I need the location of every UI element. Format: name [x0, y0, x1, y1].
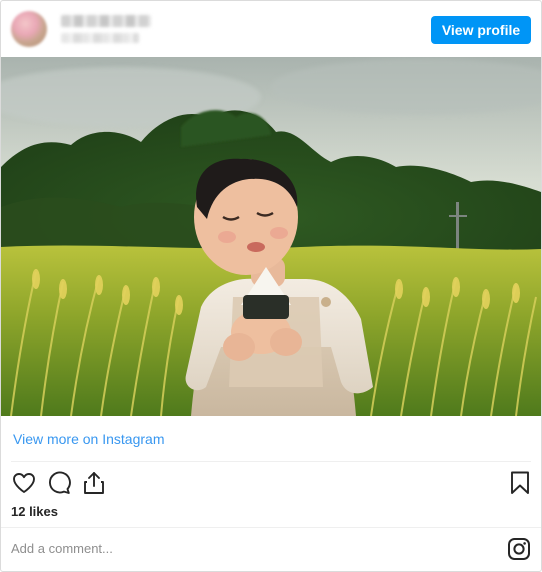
avatar[interactable]	[11, 11, 47, 47]
view-more-link[interactable]: View more on Instagram	[13, 431, 164, 447]
instagram-embed-card: View profile View more on Instagram 12 l…	[0, 0, 542, 572]
comment-input[interactable]: Add a comment...	[11, 541, 113, 556]
post-header: View profile	[1, 1, 541, 57]
share-button[interactable]	[81, 470, 107, 496]
comment-button[interactable]	[46, 470, 72, 496]
subtitle-blurred	[61, 33, 139, 43]
divider	[11, 461, 531, 462]
instagram-logo-button[interactable]	[507, 537, 531, 561]
instagram-icon	[508, 538, 530, 560]
likes-count[interactable]: 12 likes	[11, 504, 58, 519]
username-blurred[interactable]	[61, 15, 151, 27]
like-button[interactable]	[11, 470, 37, 496]
comment-icon	[48, 471, 71, 494]
post-photo[interactable]	[1, 57, 541, 416]
divider	[1, 527, 541, 528]
heart-icon	[13, 473, 35, 493]
share-icon	[84, 472, 104, 494]
view-profile-button[interactable]: View profile	[431, 16, 531, 44]
save-button[interactable]	[507, 470, 533, 496]
bookmark-icon	[511, 471, 529, 494]
